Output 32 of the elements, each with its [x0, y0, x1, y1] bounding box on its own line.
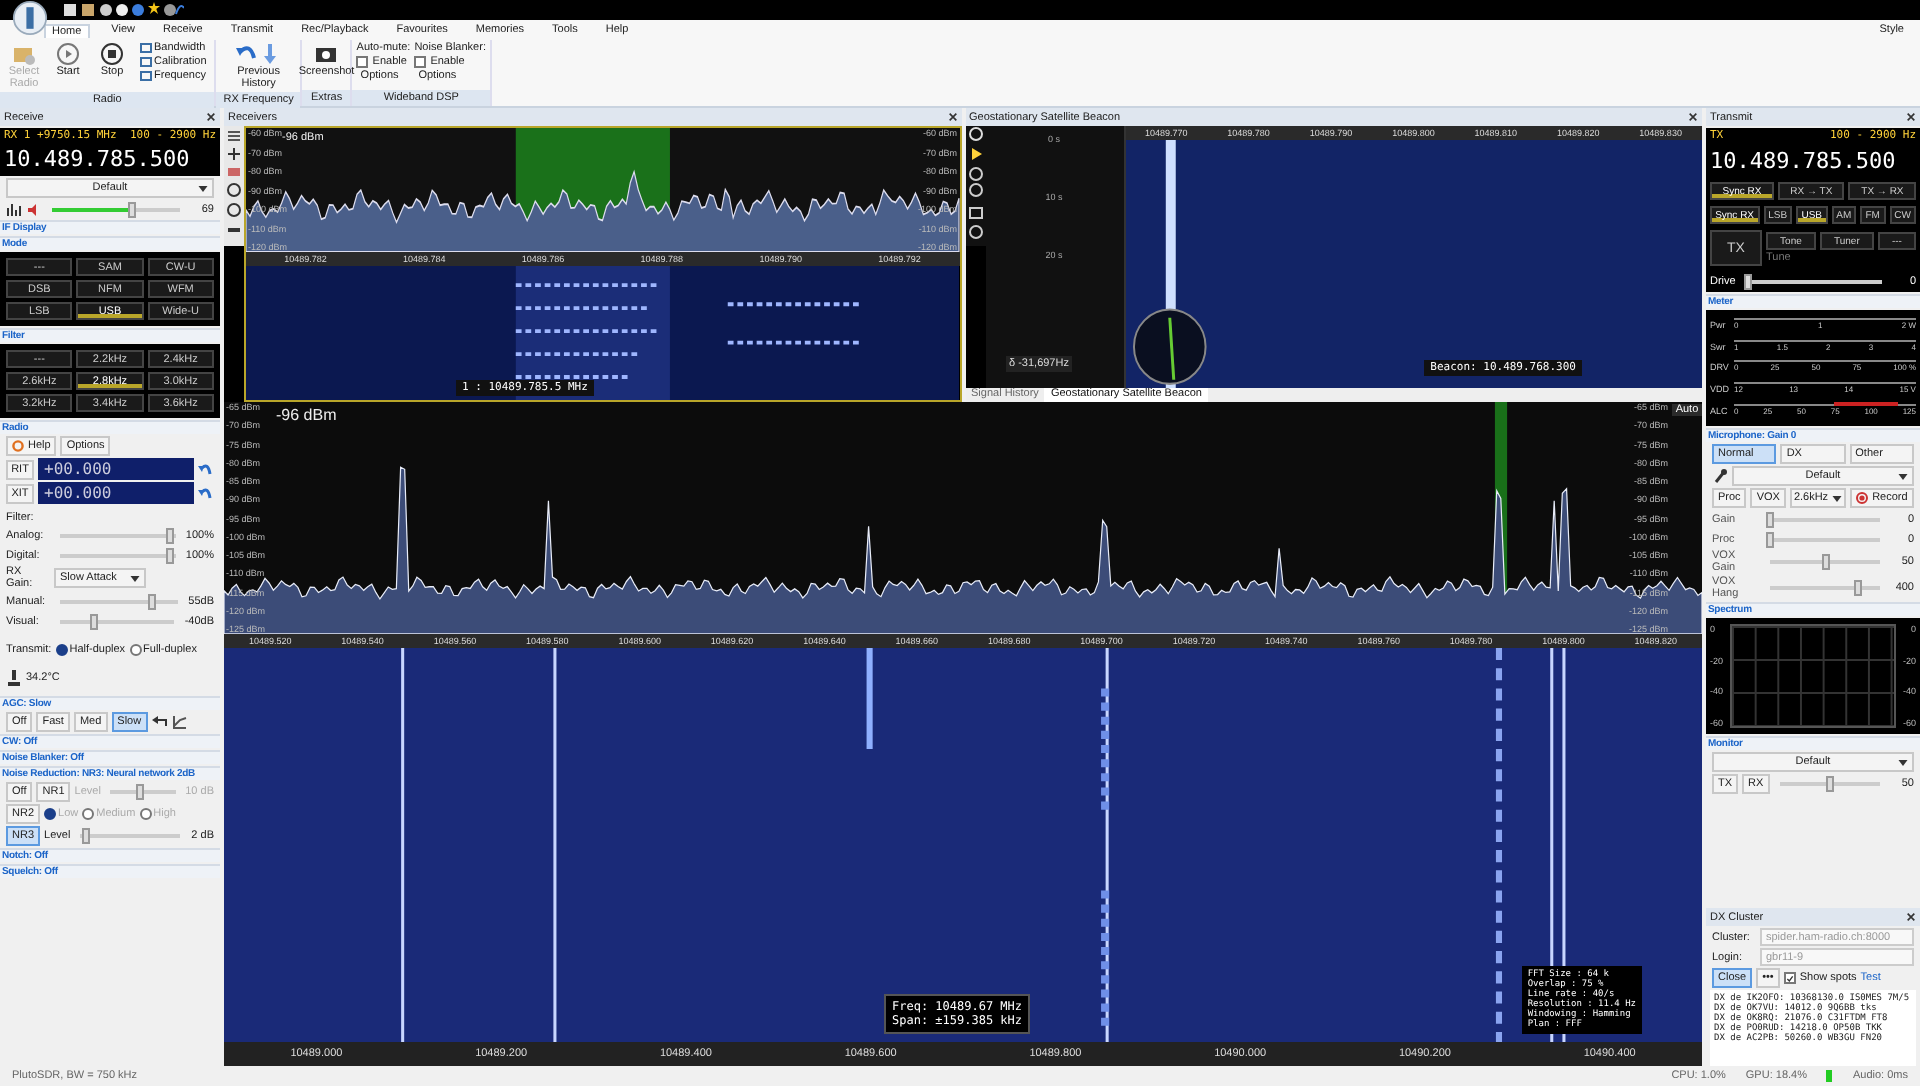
- graph-icon[interactable]: [171, 714, 188, 730]
- microphone-icon[interactable]: [1712, 468, 1728, 484]
- beacon-toolbar-icons[interactable]: [965, 126, 985, 246]
- thermometer-icon: [6, 669, 22, 685]
- check-icon: [1785, 973, 1794, 983]
- play-icon: [56, 42, 80, 66]
- receiver-toolbar-icons[interactable]: [224, 126, 244, 246]
- stop-icon: [100, 42, 124, 66]
- close-icon[interactable]: [1906, 112, 1916, 122]
- close-icon[interactable]: [1688, 112, 1698, 122]
- frequency-readout[interactable]: 10.489.785.500: [4, 146, 216, 174]
- caret-icon: [1898, 760, 1908, 766]
- undo-icon[interactable]: [151, 714, 168, 730]
- caret-icon: [130, 576, 140, 582]
- close-icon[interactable]: [1906, 912, 1916, 922]
- signal-reading: -96 dBm: [276, 406, 337, 424]
- frequency-readout[interactable]: 10.489.785.500: [1710, 148, 1916, 176]
- quick-access-icons[interactable]: [64, 2, 184, 18]
- close-icon[interactable]: [206, 112, 216, 122]
- spectrum-display[interactable]: [246, 128, 959, 252]
- lifebuoy-icon: [12, 440, 24, 452]
- caret-icon: [198, 186, 208, 192]
- bars-icon[interactable]: [6, 201, 22, 217]
- record-icon: [1856, 492, 1869, 504]
- caret-icon: [1898, 474, 1908, 480]
- radio-icon: [12, 42, 36, 66]
- gpu-load-icon: [1826, 1070, 1833, 1082]
- caret-icon: [1832, 495, 1843, 501]
- offset-readout[interactable]: +00.000: [38, 458, 194, 480]
- spectrum-display[interactable]: [224, 402, 1702, 634]
- close-icon[interactable]: [947, 112, 957, 122]
- offset-readout[interactable]: +00.000: [38, 482, 194, 504]
